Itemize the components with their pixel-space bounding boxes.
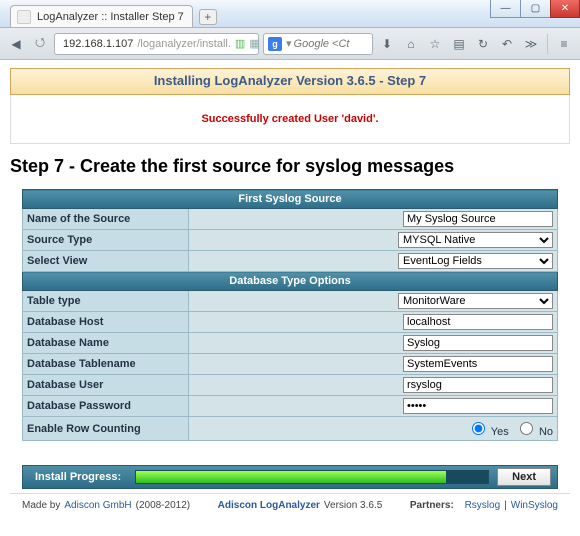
section-first-source: First Syslog Source: [23, 190, 558, 209]
overflow-icon[interactable]: ≫: [521, 34, 541, 54]
reload-icon[interactable]: ⭯: [30, 34, 50, 54]
syslog-source-table: First Syslog Source Name of the Source S…: [22, 189, 558, 441]
back-button[interactable]: ◀: [6, 34, 26, 54]
search-input[interactable]: [292, 37, 362, 51]
page-content: Installing LogAnalyzer Version 3.6.5 - S…: [0, 60, 580, 517]
radio-no[interactable]: [520, 422, 533, 435]
progress-label: Install Progress:: [29, 471, 127, 483]
link-partner-rsyslog[interactable]: Rsyslog: [465, 500, 501, 511]
refresh-icon[interactable]: ↻: [473, 34, 493, 54]
input-db-user[interactable]: [403, 377, 553, 393]
input-db-host[interactable]: [403, 314, 553, 330]
window-buttons: — ▢ ✕: [490, 0, 580, 18]
install-banner: Installing LogAnalyzer Version 3.6.5 - S…: [10, 68, 570, 95]
url-bar[interactable]: 192.168.1.107/loganalyzer/install. ▥ ▦ ▾: [54, 33, 259, 55]
home-icon[interactable]: ⌂: [401, 34, 421, 54]
browser-toolbar: ◀ ⭯ 192.168.1.107/loganalyzer/install. ▥…: [0, 28, 580, 60]
select-table-type[interactable]: MonitorWare: [398, 293, 553, 309]
step-heading: Step 7 - Create the first source for sys…: [10, 156, 570, 177]
search-box[interactable]: g ▾: [263, 33, 373, 55]
input-db-password[interactable]: [403, 398, 553, 414]
label-row-counting: Enable Row Counting: [23, 417, 189, 441]
input-db-tablename[interactable]: [403, 356, 553, 372]
progress-bar: [135, 470, 489, 484]
menu-icon[interactable]: ≡: [554, 34, 574, 54]
progress-row: Install Progress: Next: [22, 465, 558, 489]
page-footer: Made by Adiscon GmbH (2008-2012) Adiscon…: [10, 493, 570, 517]
progress-fill: [136, 471, 446, 483]
label-db-user: Database User: [23, 375, 189, 396]
url-host: 192.168.1.107: [63, 38, 133, 50]
label-select-view: Select View: [23, 251, 189, 272]
select-source-type[interactable]: MYSQL Native: [398, 232, 553, 248]
maximize-button[interactable]: ▢: [520, 0, 550, 18]
toolbar-separator: [547, 34, 548, 54]
grid-icon[interactable]: ▦: [249, 37, 259, 50]
new-tab-button[interactable]: +: [199, 9, 217, 25]
label-table-type: Table type: [23, 291, 189, 312]
tab-favicon: [17, 10, 31, 24]
select-view[interactable]: EventLog Fields: [398, 253, 553, 269]
section-db-options: Database Type Options: [23, 272, 558, 291]
tab-title: LogAnalyzer :: Installer Step 7: [37, 11, 184, 23]
window-titlebar: LogAnalyzer :: Installer Step 7 + — ▢ ✕: [0, 0, 580, 28]
success-message: Successfully created User 'david'.: [10, 95, 570, 144]
input-db-name[interactable]: [403, 335, 553, 351]
label-source-type: Source Type: [23, 230, 189, 251]
link-partner-winsyslog[interactable]: WinSyslog: [511, 500, 558, 511]
label-db-password: Database Password: [23, 396, 189, 417]
link-company[interactable]: Adiscon GmbH: [64, 500, 131, 511]
minimize-button[interactable]: —: [490, 0, 520, 18]
google-icon: g: [268, 37, 282, 51]
download-icon[interactable]: ⬇: [377, 34, 397, 54]
label-db-host: Database Host: [23, 312, 189, 333]
url-path: /loganalyzer/install.: [137, 38, 231, 50]
close-button[interactable]: ✕: [550, 0, 580, 18]
row-counting-cell: Yes No: [188, 417, 557, 441]
clipboard-icon[interactable]: ▤: [449, 34, 469, 54]
history-back-icon[interactable]: ↶: [497, 34, 517, 54]
browser-tab[interactable]: LogAnalyzer :: Installer Step 7: [10, 5, 193, 27]
shield-icon[interactable]: ▥: [235, 37, 245, 50]
link-product[interactable]: Adiscon LogAnalyzer: [218, 500, 320, 511]
input-source-name[interactable]: [403, 211, 553, 227]
radio-yes[interactable]: [472, 422, 485, 435]
next-button[interactable]: Next: [497, 468, 551, 486]
label-db-tablename: Database Tablename: [23, 354, 189, 375]
label-db-name: Database Name: [23, 333, 189, 354]
label-source-name: Name of the Source: [23, 209, 189, 230]
bookmark-icon[interactable]: ☆: [425, 34, 445, 54]
